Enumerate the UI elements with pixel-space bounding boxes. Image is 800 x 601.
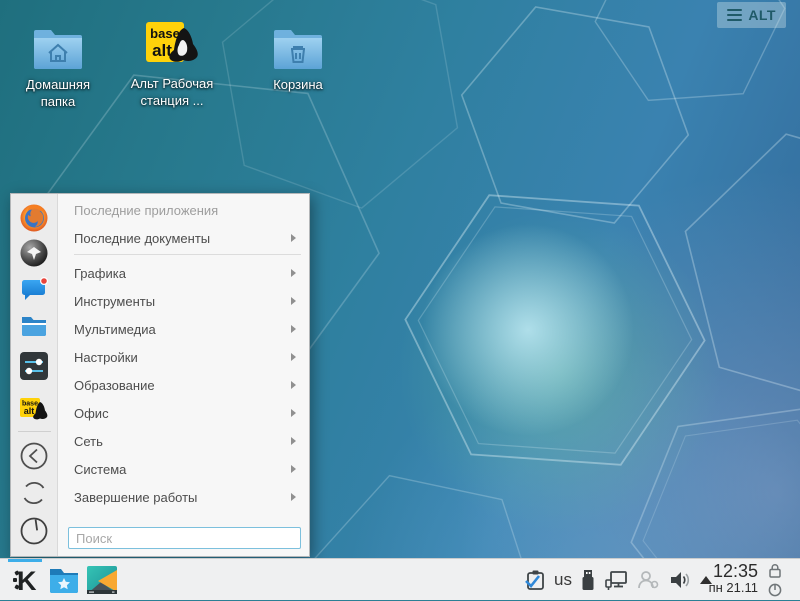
- home-folder-icon: [32, 25, 84, 71]
- menu-item-label: Мультимедиа: [74, 322, 156, 337]
- desktop-icon-label: Альт Рабочая станция ...: [122, 76, 222, 110]
- submenu-arrow-icon: [291, 325, 296, 333]
- menu-item[interactable]: Графика: [58, 259, 309, 287]
- submenu-arrow-icon: [291, 353, 296, 361]
- desktop-icon-label: Домашняя папка: [8, 77, 108, 111]
- menu-item[interactable]: Настройки: [58, 343, 309, 371]
- submenu-arrow-icon: [291, 297, 296, 305]
- shutdown-icon[interactable]: [19, 516, 49, 546]
- menu-item-label: Сеть: [74, 434, 103, 449]
- submenu-arrow-icon: [291, 493, 296, 501]
- menu-item-label: Система: [74, 462, 126, 477]
- basealt-icon[interactable]: base alt: [19, 394, 49, 424]
- submenu-arrow-icon: [291, 269, 296, 277]
- hamburger-icon: [727, 6, 742, 24]
- menu-item-list: Последние приложения Последние документы…: [58, 194, 309, 511]
- menu-item[interactable]: Мультимедиа: [58, 315, 309, 343]
- active-indicator: [8, 559, 42, 562]
- menu-item-label: Завершение работы: [74, 490, 197, 505]
- menu-item[interactable]: Завершение работы: [58, 483, 309, 511]
- menu-category-list: Графика Инструменты Мультимедиа Настройк…: [58, 259, 309, 511]
- menu-header-recent-apps: Последние приложения: [58, 196, 309, 224]
- system-tray: us: [524, 559, 712, 601]
- taskbar: K us: [0, 558, 800, 600]
- folder-star-icon: [48, 566, 80, 594]
- menu-item[interactable]: Образование: [58, 371, 309, 399]
- switch-user-icon[interactable]: [19, 478, 49, 508]
- menu-item-label: Последние документы: [74, 231, 210, 246]
- menu-favorites-strip: base alt: [11, 194, 58, 556]
- submenu-arrow-icon: [291, 234, 296, 242]
- menu-item-label: Инструменты: [74, 294, 155, 309]
- desktop-icon-trash[interactable]: Корзина: [248, 25, 348, 94]
- submenu-arrow-icon: [291, 465, 296, 473]
- alt-corner-button-label: ALT: [748, 7, 776, 23]
- menu-item[interactable]: Офис: [58, 399, 309, 427]
- menu-separator: [74, 254, 301, 255]
- desktop-icon-alt-workstation[interactable]: base alt Альт Рабочая станция ...: [122, 20, 222, 110]
- menu-search-input[interactable]: [68, 527, 301, 549]
- claws-mail-icon[interactable]: [19, 238, 49, 268]
- clock-date: пн 21.11: [709, 581, 758, 595]
- svg-text:K: K: [17, 566, 37, 595]
- menu-item-label: Настройки: [74, 350, 138, 365]
- submenu-arrow-icon: [291, 381, 296, 389]
- submenu-arrow-icon: [291, 437, 296, 445]
- menu-item-label: Графика: [74, 266, 126, 281]
- menu-item[interactable]: Сеть: [58, 427, 309, 455]
- svg-text:alt: alt: [152, 41, 172, 60]
- menu-item-recent-documents[interactable]: Последние документы: [58, 224, 309, 252]
- session-buttons: [768, 563, 782, 597]
- lock-screen-icon[interactable]: [768, 563, 782, 578]
- menu-item[interactable]: Система: [58, 455, 309, 483]
- menu-item[interactable]: Инструменты: [58, 287, 309, 315]
- volume-icon[interactable]: [668, 568, 692, 592]
- kde-menu-button[interactable]: K: [6, 559, 44, 601]
- clipboard-icon[interactable]: [524, 568, 546, 592]
- desktop-icon-label: Корзина: [248, 77, 348, 94]
- clock-time: 12:35: [709, 562, 758, 581]
- menu-item-label: Образование: [74, 378, 155, 393]
- kde-logo-icon: K: [10, 565, 40, 595]
- alt-corner-button[interactable]: ALT: [717, 2, 786, 28]
- menu-item-label: Офис: [74, 406, 109, 421]
- firefox-icon[interactable]: [19, 203, 49, 233]
- leave-session-icon[interactable]: [768, 582, 782, 597]
- file-manager-icon[interactable]: [19, 311, 49, 341]
- trash-folder-icon: [272, 25, 324, 71]
- teal-orange-app-icon: [86, 565, 118, 595]
- favorites-separator: [18, 431, 51, 432]
- taskbar-app-button[interactable]: [84, 559, 120, 601]
- keyboard-layout-indicator[interactable]: us: [554, 570, 572, 590]
- desktop-icon-home[interactable]: Домашняя папка: [8, 25, 108, 111]
- svg-text:alt: alt: [24, 406, 35, 416]
- taskbar-files-button[interactable]: [46, 559, 82, 601]
- back-icon[interactable]: [19, 441, 49, 471]
- messenger-icon[interactable]: [19, 274, 49, 304]
- system-settings-icon[interactable]: [19, 351, 49, 381]
- basealt-logo-icon: base alt: [140, 20, 204, 70]
- network-icon[interactable]: [604, 568, 628, 592]
- digital-clock[interactable]: 12:35 пн 21.11: [709, 562, 758, 595]
- application-menu: base alt Последние приложения Последние …: [10, 193, 310, 557]
- submenu-arrow-icon: [291, 409, 296, 417]
- removable-media-icon[interactable]: [580, 568, 596, 592]
- svg-text:base: base: [150, 26, 180, 41]
- user-switcher-icon[interactable]: [636, 568, 660, 592]
